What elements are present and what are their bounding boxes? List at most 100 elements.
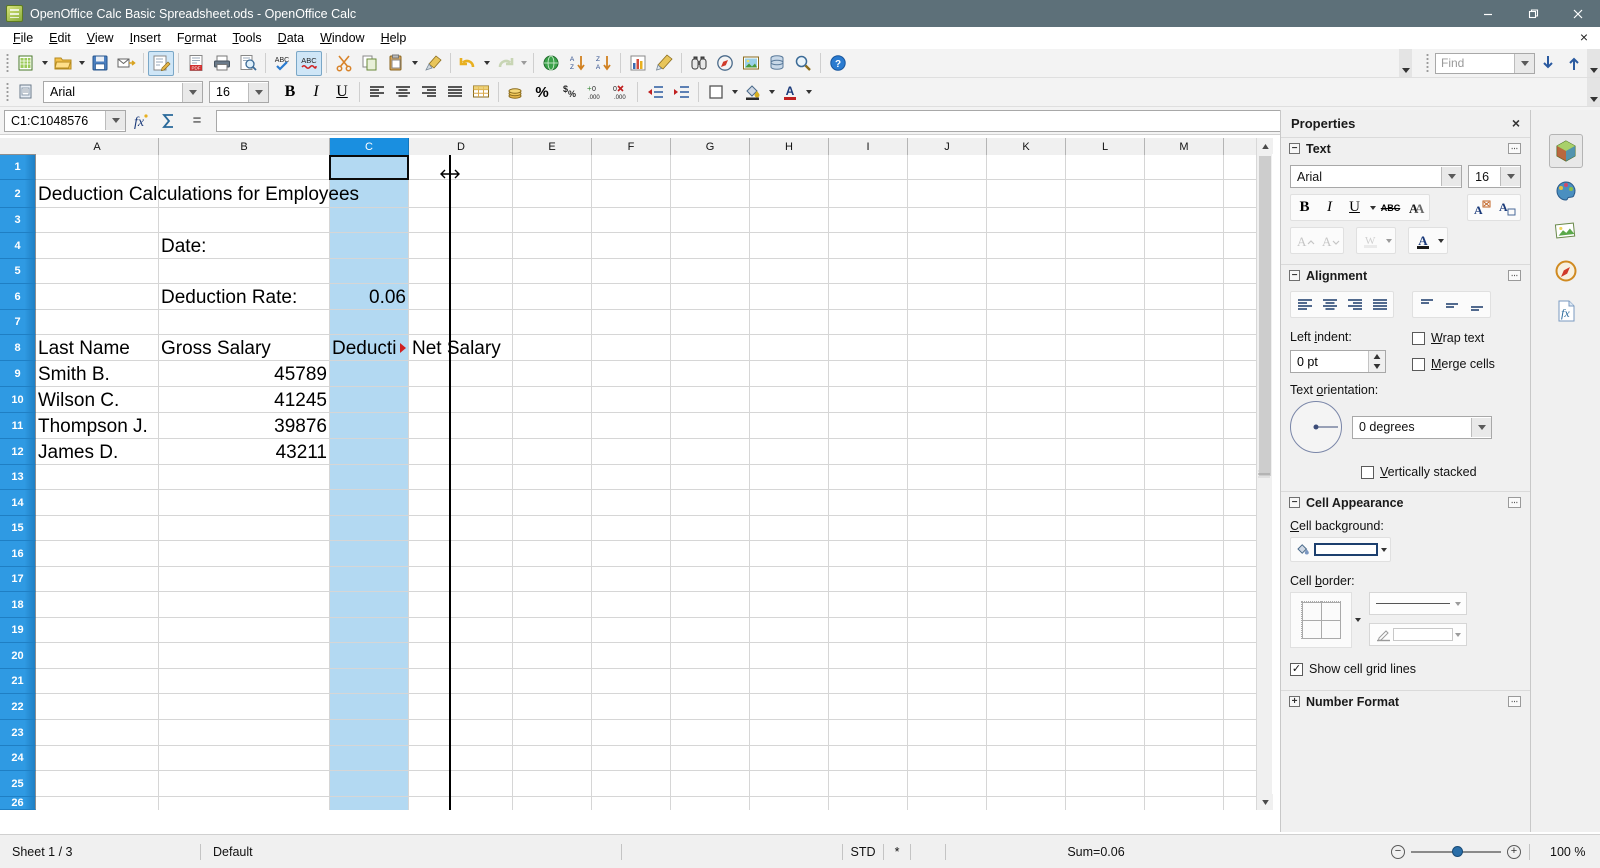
number-format-icon[interactable]: $ % [555,80,581,105]
merge-cells-row[interactable]: Merge cells [1412,357,1495,371]
paint-can-icon[interactable] [740,80,766,105]
envelope-icon[interactable] [113,51,139,76]
undo-dropdown-icon[interactable] [481,51,492,76]
align-right-icon[interactable] [1342,293,1367,316]
sidebar-font-name-dropdown-icon[interactable] [1441,167,1462,186]
decrease-indent-icon[interactable] [642,80,668,105]
panel-more-options-number-format[interactable]: ⋯ [1508,696,1521,707]
sidebar-tab-styles[interactable] [1549,174,1583,208]
vertically-stacked-checkbox[interactable] [1361,465,1374,479]
align-vcenter-icon[interactable] [1439,293,1464,316]
font-size-dropdown-icon[interactable] [248,82,268,102]
menu-data[interactable]: Data [270,29,312,47]
toolbar-grip[interactable] [3,53,11,73]
border-line-style-dropdown-icon[interactable] [1453,594,1463,613]
zoom-out-icon[interactable]: − [1391,844,1405,859]
borders-icon[interactable] [703,80,729,105]
cell-background-dropdown-icon[interactable] [1378,539,1389,561]
restore-icon[interactable] [1510,0,1555,27]
panel-header-alignment[interactable]: − Alignment ⋯ [1281,264,1530,286]
edit-pencil-icon[interactable] [148,50,174,76]
sidebar-font-size-dropdown-icon[interactable] [1500,167,1520,186]
abc-check-icon[interactable]: ABC [270,51,296,76]
menu-view[interactable]: View [79,29,122,47]
font-color-icon[interactable]: A [777,80,803,105]
percent-icon[interactable]: % [529,80,555,105]
borders-dropdown-icon[interactable] [729,80,740,105]
underline-button[interactable]: U [329,80,355,105]
sidebar-underline-dropdown-icon[interactable] [1367,197,1378,219]
compass-icon[interactable] [712,51,738,76]
zoom-in-icon[interactable]: + [1507,844,1521,859]
merge-cells-checkbox[interactable] [1412,357,1425,371]
paintbrush-icon[interactable] [420,51,446,76]
border-line-color-picker[interactable] [1369,623,1467,646]
sidebar-underline-button[interactable]: U [1342,196,1367,219]
coins-icon[interactable] [503,80,529,105]
vertically-stacked-row[interactable]: Vertically stacked [1281,457,1530,483]
sidebar-bold-button[interactable]: B [1292,196,1317,219]
standard-toolbar-overflow[interactable] [1399,49,1412,77]
show-grid-checkbox[interactable] [1290,662,1303,676]
sort-za-icon[interactable]: Z A [590,51,616,76]
expand-icon-number-format[interactable]: + [1289,696,1300,707]
sidebar-font-name-combobox[interactable]: Arial [1290,165,1463,188]
abc-red-icon[interactable]: ABC [296,50,322,76]
zoom-slider-thumb[interactable] [1452,845,1463,857]
wrap-text-checkbox[interactable] [1412,331,1425,345]
panel-header-text[interactable]: − Text ⋯ [1281,137,1530,159]
picture-icon[interactable] [738,51,764,76]
find-prev-up-icon[interactable] [1561,51,1587,76]
open-folder-icon[interactable] [50,51,76,76]
styles-apply-icon[interactable] [13,80,39,105]
text-orientation-dropdown-icon[interactable] [1471,417,1491,437]
redo-arrow-icon[interactable] [492,51,518,76]
align-top-icon[interactable] [1414,293,1439,316]
floppy-save-icon[interactable] [87,51,113,76]
panel-more-options-text[interactable]: ⋯ [1508,143,1521,154]
status-zoom-level[interactable]: 100 % [1538,843,1600,861]
panel-header-number-format[interactable]: + Number Format ⋯ [1281,690,1530,712]
status-page-style[interactable]: Default [201,843,621,861]
sidebar-tab-gallery[interactable] [1549,214,1583,248]
font-size-combobox[interactable]: 16 [209,81,269,103]
printer-icon[interactable] [209,51,235,76]
sidebar-shadow-button[interactable]: A A [1403,196,1428,219]
menu-help[interactable]: Help [373,29,415,47]
wrap-text-row[interactable]: Wrap text [1412,331,1495,345]
merge-cells-icon[interactable] [468,80,494,105]
minimize-icon[interactable] [1465,0,1510,27]
align-center-icon[interactable] [390,80,416,105]
border-color-dropdown-icon[interactable] [1453,625,1463,644]
help-question-icon[interactable]: ? [825,51,851,76]
menu-tools[interactable]: Tools [224,29,269,47]
align-left-icon[interactable] [1292,293,1317,316]
highlight-dropdown-icon[interactable] [1383,230,1394,252]
cell-border-picker[interactable] [1290,592,1352,648]
superscript-icon[interactable]: A [1469,196,1494,219]
format-toolbar-grip[interactable] [3,82,11,102]
left-indent-arrows[interactable] [1368,351,1385,372]
undo-arrow-icon[interactable] [455,51,481,76]
scissors-icon[interactable] [331,51,357,76]
font-name-combobox[interactable]: Arial [43,81,203,103]
text-orientation-dial[interactable] [1290,401,1342,453]
redo-dropdown-icon[interactable] [518,51,529,76]
sidebar-close-icon[interactable]: × [1512,115,1520,131]
highlight-icon[interactable]: W [1358,229,1383,252]
collapse-icon-alignment[interactable]: − [1289,270,1300,281]
bar-chart-icon[interactable] [625,51,651,76]
panel-more-options-cell-appearance[interactable]: ⋯ [1508,497,1521,508]
cell-border-dropdown-icon[interactable] [1352,592,1363,648]
menu-window[interactable]: Window [312,29,372,47]
panel-more-options-alignment[interactable]: ⋯ [1508,270,1521,281]
close-icon[interactable] [1555,0,1600,27]
panel-header-cell-appearance[interactable]: − Cell Appearance ⋯ [1281,491,1530,513]
italic-button[interactable]: I [303,80,329,105]
bold-button[interactable]: B [277,80,303,105]
copy-pages-icon[interactable] [357,51,383,76]
new-doc-icon[interactable] [13,51,39,76]
new-doc-dropdown-icon[interactable] [39,51,50,76]
font-name-dropdown-icon[interactable] [182,82,202,102]
paste-dropdown-icon[interactable] [409,51,420,76]
